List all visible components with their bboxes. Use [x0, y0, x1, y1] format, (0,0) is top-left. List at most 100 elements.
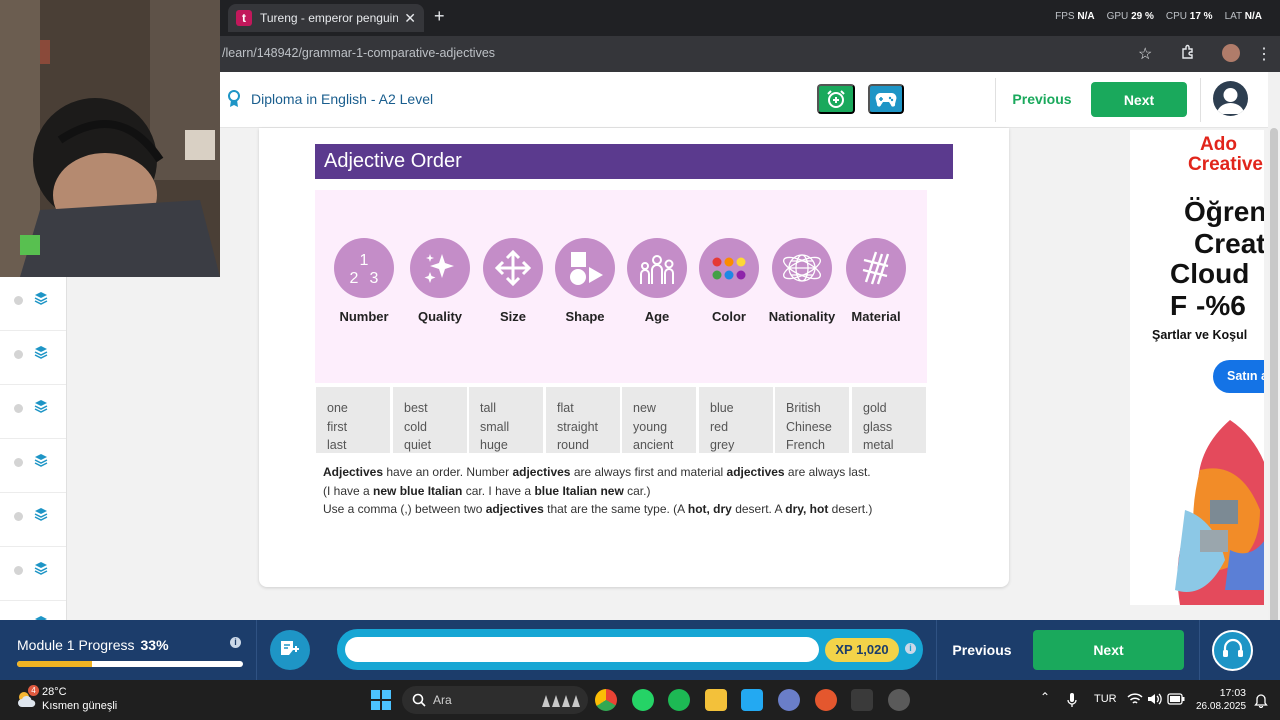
- examples-size: tall small huge: [469, 387, 543, 453]
- wifi-icon[interactable]: [1127, 692, 1143, 706]
- search-highlight-icon: [542, 695, 580, 707]
- profile-avatar[interactable]: [1222, 44, 1240, 62]
- user-avatar[interactable]: [1213, 81, 1248, 116]
- taskbar-date[interactable]: 26.08.2025: [1196, 701, 1246, 712]
- gamepad-icon: [875, 93, 897, 107]
- category-color: Color: [689, 238, 769, 324]
- ad-buy-button[interactable]: Satın a: [1213, 360, 1264, 393]
- add-note-button[interactable]: [270, 630, 310, 670]
- kebab-menu-icon[interactable]: ⋮: [1256, 44, 1272, 64]
- weather-notification-badge: 4: [28, 685, 39, 696]
- examples-nationality: British Chinese French: [775, 387, 849, 453]
- notification-bell-icon[interactable]: [1254, 692, 1268, 708]
- sidebar-lesson-item[interactable]: [0, 493, 66, 547]
- search-icon: [412, 693, 426, 707]
- header-divider: [1200, 78, 1201, 122]
- examples-shape: flat straight round: [546, 387, 620, 453]
- browser-tab[interactable]: t Tureng - emperor penguin - Tü ✕: [228, 4, 424, 32]
- file-explorer-icon[interactable]: [705, 689, 727, 711]
- taskbar-search-placeholder: Ara: [433, 693, 452, 707]
- examples-quality: best cold quiet: [393, 387, 467, 453]
- layers-icon: [34, 346, 48, 359]
- url-text[interactable]: /learn/148942/grammar-1-comparative-adje…: [222, 46, 495, 60]
- shapes-icon: [570, 252, 603, 285]
- volume-icon[interactable]: [1147, 692, 1163, 706]
- vscode-icon[interactable]: [741, 689, 763, 711]
- epic-games-icon[interactable]: [851, 689, 873, 711]
- lesson-title: Adjective Order: [315, 144, 953, 179]
- microphone-icon[interactable]: [1067, 692, 1077, 708]
- toolbar-divider: [256, 620, 257, 680]
- incomplete-dot-icon: [14, 296, 23, 305]
- add-note-icon: [281, 640, 299, 655]
- resize-arrows-icon: [494, 249, 532, 287]
- category-number: 123 Number: [324, 238, 404, 324]
- category-material: Material: [836, 238, 916, 324]
- incomplete-dot-icon: [14, 512, 23, 521]
- weather-temperature[interactable]: 28°C: [42, 686, 67, 698]
- explanation-line-1: Adjectives have an order. Number adjecti…: [323, 465, 871, 479]
- category-shape: Shape: [545, 238, 625, 324]
- chevron-up-icon[interactable]: ⌃: [1040, 690, 1050, 704]
- header-previous-button[interactable]: Previous: [1006, 82, 1078, 116]
- xp-progress-field[interactable]: [345, 637, 819, 662]
- extensions-icon[interactable]: [1180, 44, 1196, 65]
- windows-start-icon[interactable]: [370, 689, 392, 711]
- weather-description[interactable]: Kısmen güneşli: [42, 700, 117, 712]
- ad-product-text: Creative: [1188, 154, 1263, 175]
- spotify-icon[interactable]: [668, 689, 690, 711]
- header-next-button[interactable]: Next: [1091, 82, 1187, 117]
- user-silhouette-icon: [1217, 88, 1244, 114]
- tab-title: Tureng - emperor penguin - Tü: [260, 11, 399, 25]
- examples-material: gold glass metal: [852, 387, 926, 453]
- explanation-text: Adjectives have an order. Number adjecti…: [323, 463, 943, 519]
- sidebar-lesson-item[interactable]: [0, 331, 66, 385]
- toolbar-divider: [936, 620, 937, 680]
- ad-brand-text: Ado: [1200, 134, 1237, 155]
- new-tab-icon[interactable]: +: [434, 6, 445, 27]
- game-controller-button[interactable]: [868, 84, 904, 114]
- language-indicator[interactable]: TUR: [1094, 693, 1117, 705]
- ea-app-icon[interactable]: [815, 689, 837, 711]
- module-progress-label: Module 1 Progress 33%: [17, 637, 169, 653]
- taskbar-time[interactable]: 17:03: [1196, 687, 1246, 699]
- sidebar-lesson-item[interactable]: [0, 547, 66, 601]
- examples-color: blue red grey: [699, 387, 773, 453]
- steam-icon[interactable]: [888, 689, 910, 711]
- bookmark-star-icon[interactable]: ☆: [1138, 44, 1152, 64]
- adobe-advertisement[interactable]: Ado Creative Öğren Creat Cloud F -%6 Şar…: [1130, 130, 1264, 605]
- sidebar-lesson-item[interactable]: [0, 439, 66, 493]
- webcam-overlay: [0, 0, 220, 277]
- svg-text:1: 1: [360, 252, 369, 269]
- close-tab-icon[interactable]: ✕: [404, 10, 416, 27]
- app-orb-icon[interactable]: [778, 689, 800, 711]
- category-size: Size: [473, 238, 553, 324]
- bottom-next-button[interactable]: Next: [1033, 630, 1184, 670]
- examples-number: one first last: [316, 387, 390, 453]
- chrome-icon[interactable]: [595, 689, 617, 711]
- incomplete-dot-icon: [14, 404, 23, 413]
- svg-text:2: 2: [350, 270, 359, 287]
- layers-icon: [34, 508, 48, 521]
- bottom-previous-button[interactable]: Previous: [945, 632, 1019, 668]
- toolbar-divider: [1199, 620, 1200, 680]
- layers-icon: [34, 562, 48, 575]
- people-age-icon: [640, 255, 674, 284]
- module-info-icon[interactable]: i: [230, 637, 241, 648]
- number-icon: 12 3: [350, 252, 379, 287]
- whatsapp-icon[interactable]: [632, 689, 654, 711]
- stat-gpu: GPU 29 %: [1106, 11, 1154, 22]
- layers-icon: [34, 400, 48, 413]
- stat-lat: LAT N/A: [1224, 11, 1262, 22]
- sidebar-lesson-item[interactable]: [0, 277, 66, 331]
- battery-icon[interactable]: [1167, 693, 1185, 705]
- page-scrollbar-thumb[interactable]: [1270, 128, 1278, 648]
- xp-info-icon[interactable]: i: [905, 643, 916, 654]
- category-age: Age: [617, 238, 697, 324]
- layers-icon: [34, 454, 48, 467]
- support-button[interactable]: [1212, 630, 1253, 671]
- alarm-clock-button[interactable]: [817, 84, 855, 114]
- sidebar-lesson-item[interactable]: [0, 385, 66, 439]
- course-title[interactable]: Diploma in English - A2 Level: [251, 91, 433, 107]
- stat-fps: FPS N/A: [1055, 11, 1095, 22]
